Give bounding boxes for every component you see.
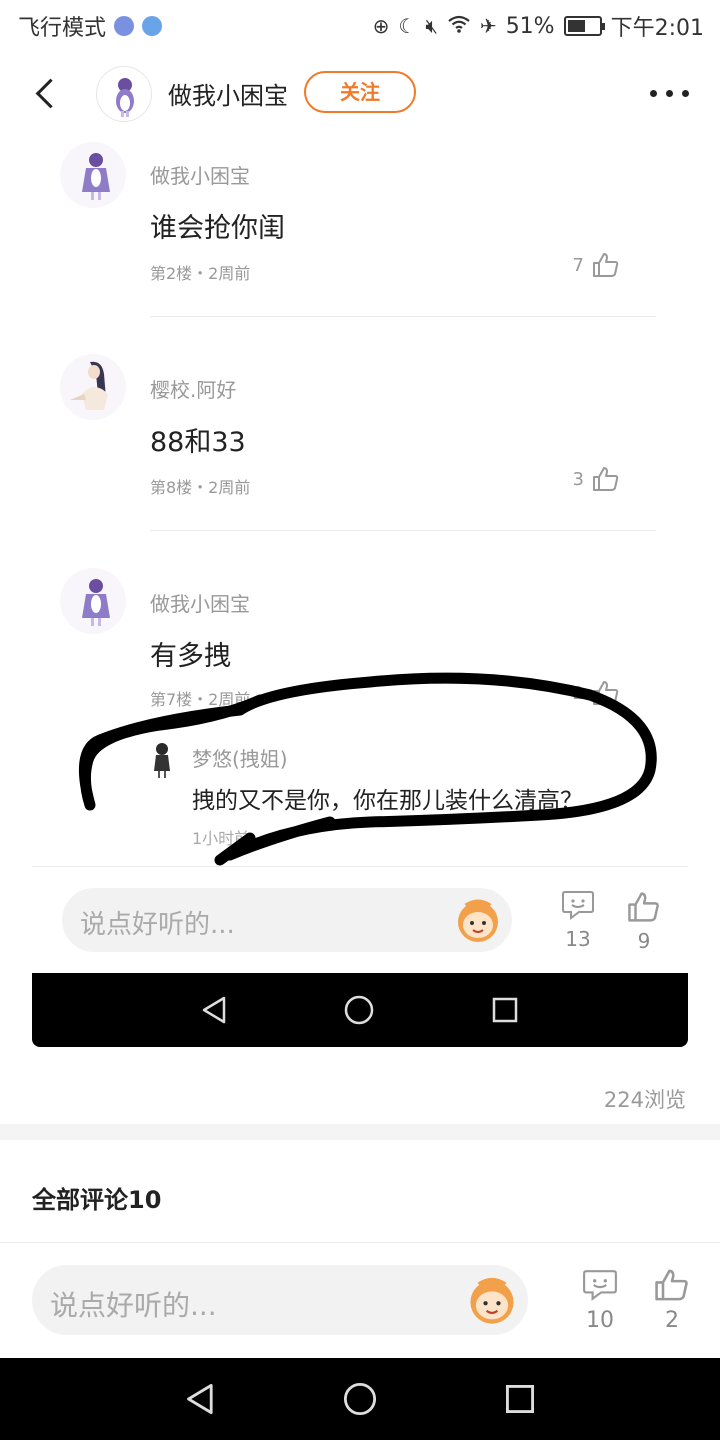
nav-home-icon[interactable]: [343, 994, 375, 1026]
comment-input-placeholder: 说点好听的...: [80, 910, 235, 940]
comment-bubble-icon: [562, 891, 594, 920]
battery-fill: [567, 20, 585, 32]
inner-comment-bar: 说点好听的... 13 9: [32, 866, 688, 972]
comment-meta: 第2楼・2周前: [150, 264, 251, 283]
more-button[interactable]: [650, 80, 692, 104]
airplane-icon: ✈: [479, 14, 497, 38]
view-count: 224浏览: [603, 1088, 686, 1112]
hand-drawn-circle: [78, 672, 657, 866]
comment-count-button[interactable]: 13: [548, 889, 608, 951]
nav-back-icon[interactable]: [184, 1382, 218, 1416]
top-bar: 做我小困宝 关注: [0, 60, 720, 126]
wifi-icon: [447, 14, 471, 39]
comment-count: 13: [565, 927, 591, 951]
girl-avatar-icon: [82, 153, 110, 200]
mascot-emoji-icon[interactable]: [464, 1272, 520, 1328]
like-count: 7: [572, 254, 584, 276]
comment-username[interactable]: 做我小困宝: [150, 588, 250, 617]
comment-text: 有多拽: [150, 641, 231, 672]
more-dot: [666, 90, 673, 97]
back-button[interactable]: [30, 74, 66, 114]
comment-count-button[interactable]: 10: [570, 1268, 630, 1333]
comment-avatar[interactable]: [60, 568, 126, 634]
music-notification-icon: [114, 16, 135, 36]
like-button[interactable]: 3: [573, 466, 620, 492]
app-notification-icon: [142, 16, 163, 36]
comment-text: 88和33: [150, 427, 246, 458]
more-dot: [650, 90, 657, 97]
thumbs-up-icon: [593, 467, 619, 491]
header-username[interactable]: 做我小困宝: [168, 76, 288, 111]
header-avatar[interactable]: [96, 66, 152, 122]
comment-input[interactable]: 说点好听的...: [32, 1265, 528, 1335]
girl-avatar-icon: [82, 579, 110, 626]
status-left: 飞行模式: [18, 10, 163, 42]
divider: [150, 316, 656, 317]
comment-avatar[interactable]: [60, 142, 126, 208]
moon-icon: ☾: [398, 14, 417, 38]
girl-avatar-icon: [116, 78, 134, 117]
nav-recent-icon[interactable]: [491, 996, 519, 1024]
comment-count: 10: [586, 1308, 614, 1333]
all-comments-heading: 全部评论10: [32, 1186, 162, 1214]
divider: [150, 530, 656, 531]
mascot-emoji-icon[interactable]: [452, 894, 504, 946]
status-bar: 飞行模式 ⊕ ☾ 🔇︎ ✈ 51% 下午2:01: [0, 0, 720, 50]
system-nav-bar: [0, 1358, 720, 1440]
like-count: 3: [572, 468, 584, 490]
inner-nav-bar: [32, 973, 688, 1047]
like-button[interactable]: 7: [573, 252, 620, 278]
like-count: 9: [637, 929, 651, 953]
comment-input-placeholder: 说点好听的...: [50, 1289, 217, 1322]
comment-input[interactable]: 说点好听的...: [62, 888, 512, 952]
clock: 下午2:01: [610, 16, 704, 41]
comment-meta: 第8楼・2周前: [150, 478, 251, 497]
comment-item: 做我小困宝 谁会抢你闺 第2楼・2周前 7: [0, 140, 720, 320]
data-saver-icon: ⊕: [372, 14, 390, 38]
divider: [0, 1242, 720, 1243]
mute-icon: 🔇︎: [425, 14, 438, 38]
like-count-button[interactable]: 2: [642, 1268, 702, 1333]
comment-text: 谁会抢你闺: [150, 213, 285, 244]
comment-item: 樱校.阿好 88和33 第8楼・2周前 3: [0, 352, 720, 532]
more-dot: [682, 90, 689, 97]
thumbs-up-icon: [628, 892, 659, 922]
thumbs-up-icon: [655, 1269, 688, 1301]
like-count: 2: [665, 1308, 679, 1333]
comment-avatar[interactable]: [60, 354, 126, 420]
status-right: ⊕ ☾ 🔇︎ ✈ 51% 下午2:01: [373, 10, 704, 42]
girl-avatar-icon: [70, 361, 108, 410]
comment-bubble-icon: [583, 1270, 617, 1301]
airplane-mode-text: 飞行模式: [18, 16, 107, 41]
battery-icon: [563, 16, 605, 36]
comment-username[interactable]: 樱校.阿好: [150, 374, 236, 403]
nav-home-icon[interactable]: [342, 1381, 378, 1417]
thumbs-up-icon: [593, 253, 619, 277]
battery-percent: 51%: [505, 13, 555, 39]
section-separator: [0, 1124, 720, 1140]
nav-back-icon[interactable]: [200, 995, 230, 1025]
comment-bar: 说点好听的... 10 2: [0, 1246, 720, 1356]
like-count-button[interactable]: 9: [614, 891, 674, 953]
comment-username[interactable]: 做我小困宝: [150, 160, 250, 189]
nav-recent-icon[interactable]: [504, 1383, 536, 1415]
follow-button[interactable]: 关注: [304, 71, 416, 113]
